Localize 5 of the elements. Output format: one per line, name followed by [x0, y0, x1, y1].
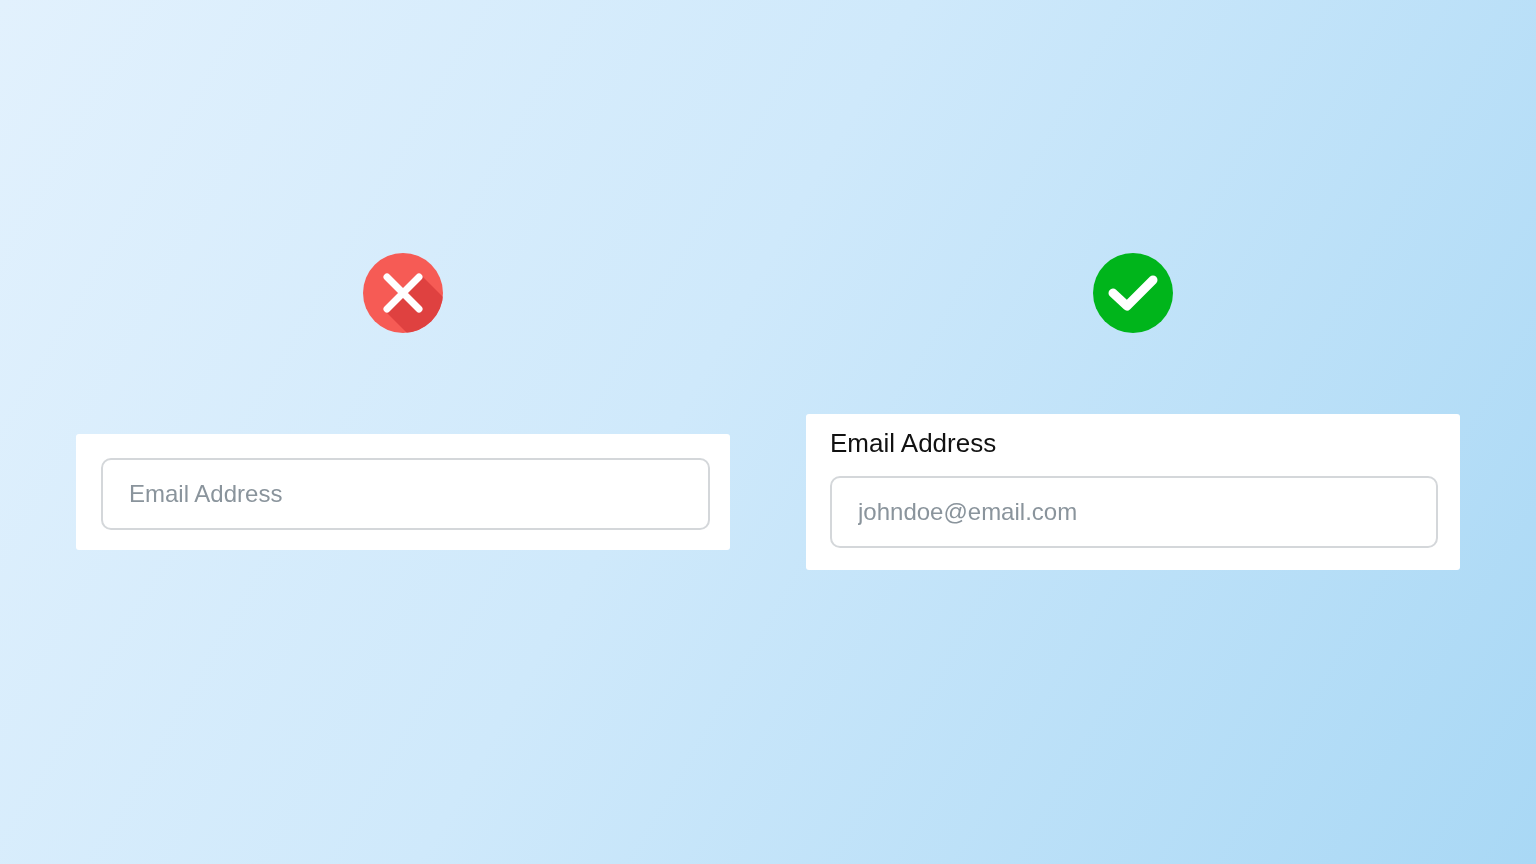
- email-field[interactable]: johndoe@email.com: [830, 476, 1438, 548]
- field-label: Email Address: [830, 428, 998, 458]
- checkmark-icon: [1093, 253, 1173, 333]
- close-icon: [363, 253, 443, 333]
- email-field[interactable]: Email Address: [101, 458, 710, 530]
